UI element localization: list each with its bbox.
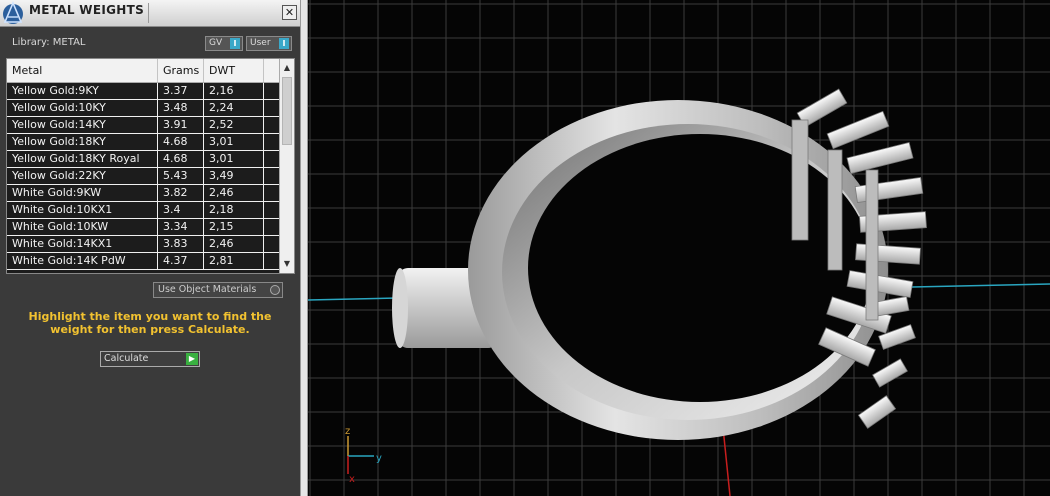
- grams-cell: 5.43: [158, 168, 204, 184]
- gv-indicator: I: [230, 38, 240, 49]
- shank-end: [392, 268, 408, 348]
- scroll-down-icon[interactable]: ▼: [280, 257, 294, 271]
- ring-model[interactable]: [392, 88, 927, 440]
- grams-cell: 3.48: [158, 100, 204, 116]
- grams-cell: 3.34: [158, 219, 204, 235]
- grams-cell: 3.37: [158, 83, 204, 99]
- calculate-label: Calculate: [104, 353, 149, 364]
- column-header-dwt[interactable]: DWT: [204, 59, 264, 82]
- prong: [826, 110, 890, 150]
- gizmo-z-label: z: [345, 426, 350, 437]
- prong: [846, 142, 914, 174]
- instruction-text: Highlight the item you want to find the …: [28, 310, 272, 336]
- metal-name-cell: Yellow Gold:9KY: [7, 83, 158, 99]
- prong-post: [791, 119, 809, 241]
- panel-titlebar[interactable]: METAL WEIGHTS ✕: [0, 0, 300, 27]
- dwt-cell: 2,24: [204, 100, 264, 116]
- panel-title: METAL WEIGHTS: [29, 3, 145, 17]
- grams-cell: 4.37: [158, 253, 204, 269]
- column-header-metal[interactable]: Metal: [7, 59, 158, 82]
- dwt-cell: 2,15: [204, 219, 264, 235]
- grams-cell: 3.4: [158, 202, 204, 218]
- table-row[interactable]: Yellow Gold:18KY 4.68 3,01: [7, 134, 279, 151]
- user-toggle-label: User: [250, 38, 271, 48]
- grams-cell: 3.83: [158, 236, 204, 252]
- prong-post: [827, 149, 843, 271]
- prong: [857, 395, 897, 429]
- ring-hole: [528, 134, 872, 402]
- table-row[interactable]: Yellow Gold:10KY 3.48 2,24: [7, 100, 279, 117]
- metal-name-cell: White Gold:14KX1: [7, 236, 158, 252]
- metal-name-cell: White Gold:10KX1: [7, 202, 158, 218]
- metal-name-cell: White Gold:10KW: [7, 219, 158, 235]
- app-logo-icon: [3, 0, 23, 24]
- table-row[interactable]: White Gold:14K PdW 4.37 2,81: [7, 253, 279, 270]
- library-label: Library: METAL: [12, 37, 86, 48]
- metal-name-cell: White Gold:9KW: [7, 185, 158, 201]
- grams-cell: 4.68: [158, 151, 204, 167]
- grams-cell: 4.68: [158, 134, 204, 150]
- grams-cell: 3.91: [158, 117, 204, 133]
- dwt-cell: 2,46: [204, 236, 264, 252]
- prong: [854, 177, 924, 203]
- metal-name-cell: Yellow Gold:22KY: [7, 168, 158, 184]
- panel-splitter[interactable]: [300, 0, 308, 496]
- table-row[interactable]: White Gold:10KW 3.34 2,15: [7, 219, 279, 236]
- table-row[interactable]: Yellow Gold:22KY 5.43 3,49: [7, 168, 279, 185]
- metal-name-cell: Yellow Gold:14KY: [7, 117, 158, 133]
- dwt-cell: 3,01: [204, 134, 264, 150]
- grams-cell: 3.82: [158, 185, 204, 201]
- calculate-button[interactable]: Calculate ▶: [100, 351, 200, 367]
- column-header-grams[interactable]: Grams: [158, 59, 204, 82]
- close-icon[interactable]: ✕: [282, 5, 297, 20]
- metal-name-cell: Yellow Gold:18KY: [7, 134, 158, 150]
- title-separator: [148, 3, 149, 23]
- metal-name-cell: Yellow Gold:10KY: [7, 100, 158, 116]
- table-row[interactable]: Yellow Gold:9KY 3.37 2,16: [7, 83, 279, 100]
- table-body: Yellow Gold:9KY 3.37 2,16 Yellow Gold:10KY 3…: [7, 83, 279, 270]
- 3d-viewport[interactable]: z y x: [308, 0, 1050, 496]
- gizmo-x-label: x: [349, 474, 355, 485]
- checkbox-indicator: [270, 285, 280, 295]
- gizmo-y-label: y: [376, 453, 382, 464]
- scroll-thumb[interactable]: [282, 77, 292, 145]
- use-object-materials-label: Use Object Materials: [158, 284, 257, 295]
- prong-post: [865, 169, 879, 321]
- metal-weights-panel: METAL WEIGHTS ✕ Library: METAL GV I User…: [0, 0, 300, 496]
- user-indicator: I: [279, 38, 289, 49]
- scroll-up-icon[interactable]: ▲: [280, 61, 294, 75]
- dwt-cell: 2,52: [204, 117, 264, 133]
- dwt-cell: 2,46: [204, 185, 264, 201]
- metal-name-cell: Yellow Gold:18KY Royal: [7, 151, 158, 167]
- table-row[interactable]: Yellow Gold:18KY Royal 4.68 3,01: [7, 151, 279, 168]
- axis-gizmo: z y x: [345, 426, 382, 485]
- dwt-cell: 3,49: [204, 168, 264, 184]
- use-object-materials-checkbox[interactable]: Use Object Materials: [153, 282, 283, 298]
- table-row[interactable]: White Gold:14KX1 3.83 2,46: [7, 236, 279, 253]
- table-scrollbar[interactable]: ▲ ▼: [279, 59, 294, 273]
- dwt-cell: 2,18: [204, 202, 264, 218]
- prong: [872, 358, 908, 388]
- table-row[interactable]: Yellow Gold:14KY 3.91 2,52: [7, 117, 279, 134]
- table-header: Metal Grams DWT: [7, 59, 279, 83]
- gv-toggle-label: GV: [209, 38, 223, 48]
- metal-table[interactable]: Metal Grams DWT Yellow Gold:9KY 3.37 2,16 Y…: [6, 58, 295, 274]
- play-icon[interactable]: ▶: [186, 353, 198, 365]
- table-row[interactable]: White Gold:9KW 3.82 2,46: [7, 185, 279, 202]
- table-row[interactable]: White Gold:10KX1 3.4 2,18: [7, 202, 279, 219]
- dwt-cell: 2,81: [204, 253, 264, 269]
- gv-toggle[interactable]: GV I: [205, 36, 243, 51]
- metal-name-cell: White Gold:14K PdW: [7, 253, 158, 269]
- dwt-cell: 2,16: [204, 83, 264, 99]
- user-toggle[interactable]: User I: [246, 36, 292, 51]
- dwt-cell: 3,01: [204, 151, 264, 167]
- viewport-canvas: z y x: [308, 0, 1050, 496]
